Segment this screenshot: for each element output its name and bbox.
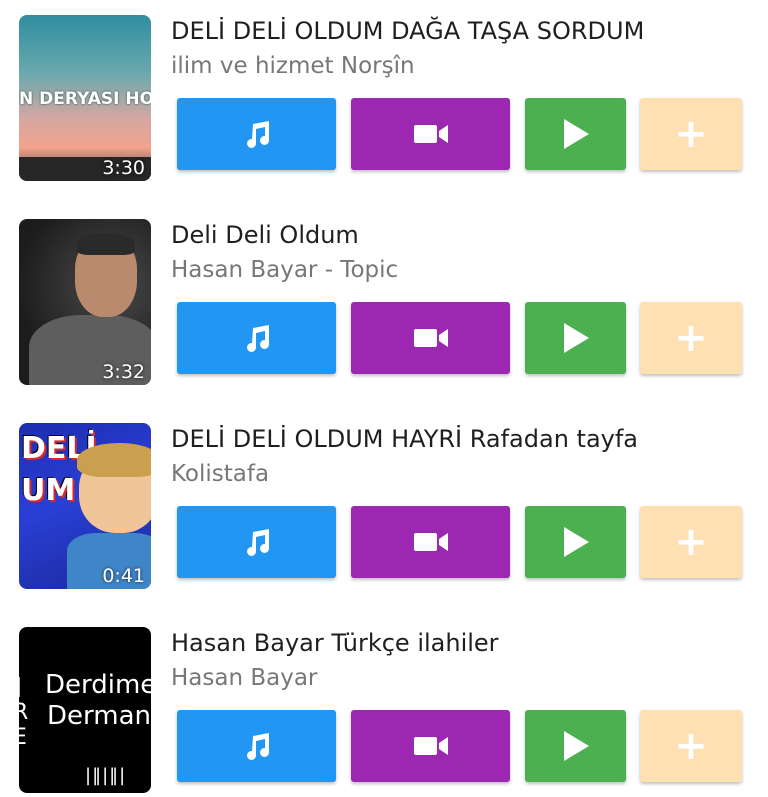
download-audio-button[interactable] <box>177 506 336 578</box>
music-note-icon <box>246 733 269 760</box>
play-icon <box>563 527 589 557</box>
video-title: DELİ DELİ OLDUM HAYRİ Rafadan tayfa <box>171 425 639 453</box>
download-video-button[interactable] <box>351 98 510 170</box>
video-thumbnail[interactable]: Derdime Derman ]RE |‖|‖| <box>19 627 151 793</box>
waveform-icon: |‖|‖| <box>85 765 127 786</box>
download-audio-button[interactable] <box>177 98 336 170</box>
list-item[interactable]: Derdime Derman ]RE |‖|‖| Hasan Bayar Tür… <box>0 627 768 797</box>
play-button[interactable] <box>525 710 626 782</box>
music-note-icon <box>246 121 269 148</box>
video-thumbnail[interactable]: 3:32 <box>19 219 151 385</box>
video-thumbnail[interactable]: DELİ UM 0:41 <box>19 423 151 589</box>
add-to-playlist-button[interactable]: + <box>640 302 742 374</box>
video-title: DELİ DELİ OLDUM DAĞA TAŞA SORDUM <box>171 17 645 45</box>
plus-icon: + <box>674 111 708 157</box>
list-item[interactable]: 3:32 Deli Deli Oldum Hasan Bayar - Topic… <box>0 219 768 389</box>
channel-name: Hasan Bayar - Topic <box>171 257 399 283</box>
video-thumbnail[interactable]: N DERYASI HOS 3:30 <box>19 15 151 181</box>
thumbnail-text: UM <box>21 473 76 508</box>
plus-icon: + <box>674 519 708 565</box>
plus-icon: + <box>674 723 708 769</box>
duration-badge: 0:41 <box>102 565 145 587</box>
video-camera-icon <box>413 329 448 347</box>
download-audio-button[interactable] <box>177 302 336 374</box>
thumbnail-figure-hair <box>77 233 135 255</box>
video-title: Deli Deli Oldum <box>171 221 359 249</box>
thumbnail-text: N DERYASI HOS <box>19 89 151 109</box>
video-camera-icon <box>413 125 448 143</box>
channel-name: Hasan Bayar <box>171 665 318 691</box>
download-video-button[interactable] <box>351 302 510 374</box>
duration-badge: 3:32 <box>102 361 145 383</box>
thumbnail-edge-letters: ]RE <box>19 675 29 750</box>
play-icon <box>563 119 589 149</box>
list-item[interactable]: DELİ UM 0:41 DELİ DELİ OLDUM HAYRİ Rafad… <box>0 423 768 593</box>
thumbnail-text: Derdime <box>45 670 151 700</box>
duration-badge: 3:30 <box>102 157 145 179</box>
add-to-playlist-button[interactable]: + <box>640 506 742 578</box>
thumbnail-text: Derman <box>47 701 151 731</box>
download-video-button[interactable] <box>351 710 510 782</box>
music-note-icon <box>246 529 269 556</box>
list-item[interactable]: N DERYASI HOS 3:30 DELİ DELİ OLDUM DAĞA … <box>0 15 768 185</box>
video-camera-icon <box>413 737 448 755</box>
channel-name: Kolistafa <box>171 461 270 487</box>
thumbnail-figure-hair <box>77 443 151 477</box>
play-icon <box>563 731 589 761</box>
video-camera-icon <box>413 533 448 551</box>
music-note-icon <box>246 325 269 352</box>
video-title: Hasan Bayar Türkçe ilahiler <box>171 629 499 657</box>
play-button[interactable] <box>525 506 626 578</box>
add-to-playlist-button[interactable]: + <box>640 710 742 782</box>
download-audio-button[interactable] <box>177 710 336 782</box>
download-video-button[interactable] <box>351 506 510 578</box>
play-button[interactable] <box>525 98 626 170</box>
plus-icon: + <box>674 315 708 361</box>
add-to-playlist-button[interactable]: + <box>640 98 742 170</box>
channel-name: ilim ve hizmet Norşîn <box>171 53 415 79</box>
play-button[interactable] <box>525 302 626 374</box>
play-icon <box>563 323 589 353</box>
